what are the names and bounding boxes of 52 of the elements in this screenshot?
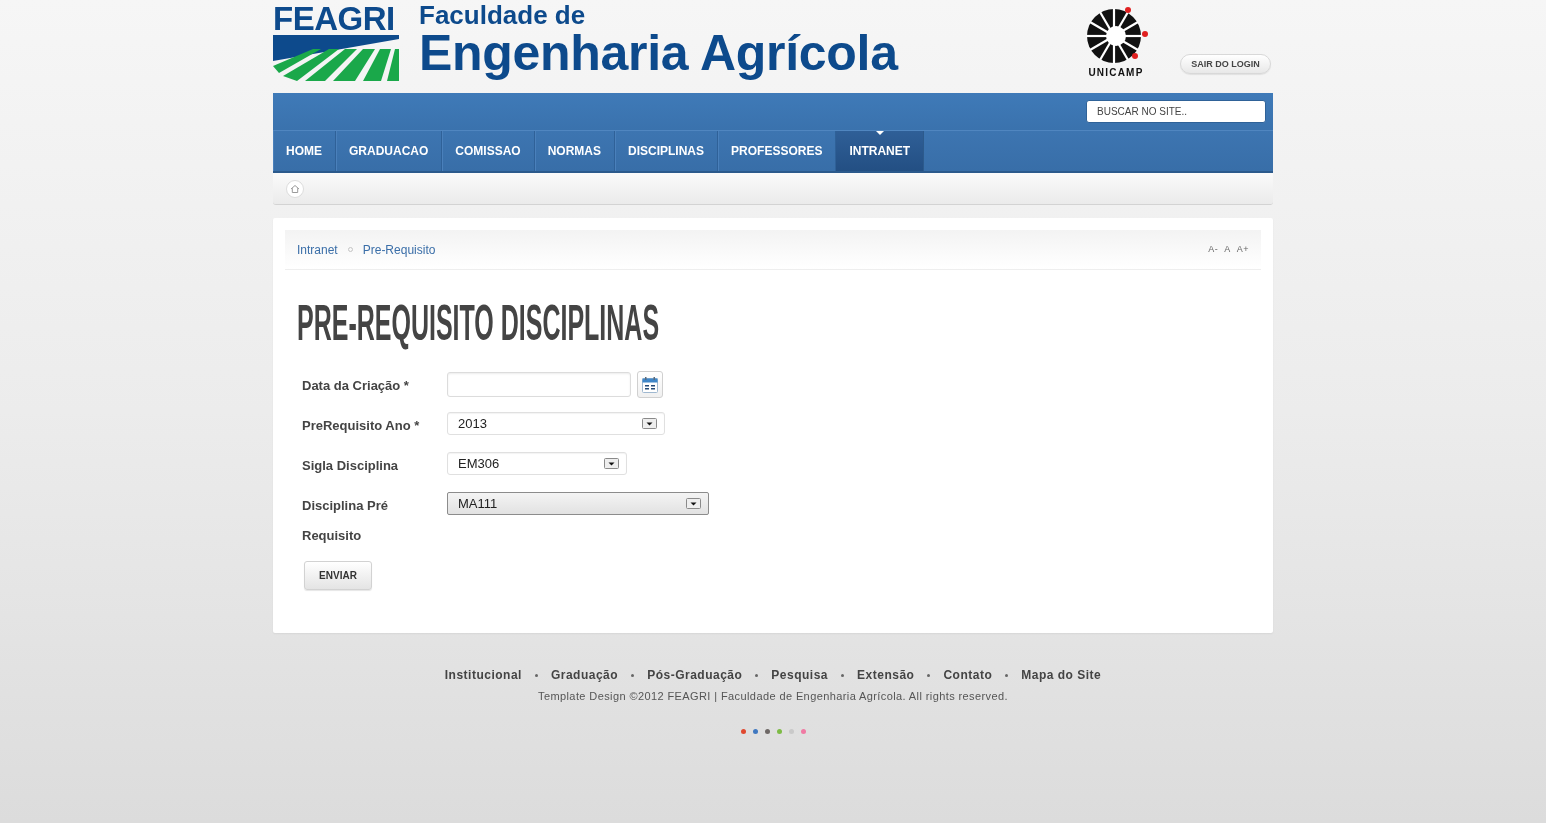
color-swatch-icon[interactable] xyxy=(776,729,782,734)
footer-link[interactable]: Graduação xyxy=(550,669,619,681)
pointer-triangle-icon xyxy=(875,131,884,135)
nav-tab[interactable]: DISCIPLINAS xyxy=(615,131,719,171)
footer-link[interactable]: Contato xyxy=(943,669,993,681)
color-swatch-icon[interactable] xyxy=(800,729,806,734)
separator-dot-icon xyxy=(534,673,538,677)
footer-link[interactable]: Mapa do Site xyxy=(1021,669,1102,681)
logo-wordmark: FEAGRI xyxy=(273,5,396,33)
color-swatch-icon[interactable] xyxy=(764,729,770,734)
dropdown[interactable]: EM306 xyxy=(447,452,627,475)
field-label: Data da Criação * xyxy=(302,377,410,395)
footer-link[interactable]: Pós-Graduação xyxy=(647,669,743,681)
university-emblem-icon xyxy=(1083,6,1149,64)
footer-link[interactable]: Extensão xyxy=(857,669,915,681)
field-label: Sigla Disciplina xyxy=(302,457,400,475)
logout-button[interactable]: SAIR DO LOGIN xyxy=(1180,54,1271,74)
submit-button[interactable]: ENVIAR xyxy=(304,561,372,590)
breadcrumb-link[interactable]: Pre-Requisito xyxy=(362,243,436,256)
calendar-button[interactable] xyxy=(637,371,663,398)
font-size-button[interactable]: A+ xyxy=(1236,245,1249,254)
separator-dot-icon xyxy=(927,673,931,677)
breadcrumb-separator-icon xyxy=(347,247,353,252)
faculty-title: Faculdade de xyxy=(419,2,587,29)
separator-dot-icon xyxy=(631,673,635,677)
calendar-icon xyxy=(642,376,658,393)
university-name: UNICAMP xyxy=(1088,68,1144,78)
color-swatch-icon[interactable] xyxy=(740,729,746,734)
field-label: Disciplina Pré Requisito xyxy=(302,497,389,545)
date-field[interactable] xyxy=(447,372,631,397)
font-size-button[interactable]: A xyxy=(1224,245,1231,254)
separator-dot-icon xyxy=(841,673,845,677)
dropdown[interactable]: 2013 xyxy=(447,412,665,435)
footer-link[interactable]: Pesquisa xyxy=(771,669,829,681)
breadcrumb-link[interactable]: Intranet xyxy=(297,243,338,256)
nav-tab[interactable]: HOME xyxy=(273,131,336,171)
font-size-button[interactable]: A- xyxy=(1208,245,1219,254)
page-title: PRE-REQUISITO DISCIPLINAS xyxy=(297,298,660,348)
stripes-logo-icon xyxy=(273,35,399,81)
nav-tab[interactable]: GRADUACAO xyxy=(336,131,443,171)
home-icon[interactable] xyxy=(286,179,304,198)
field-label: PreRequisito Ano * xyxy=(302,417,421,435)
separator-dot-icon xyxy=(755,673,759,677)
nav-tab[interactable]: COMISSAO xyxy=(442,131,535,171)
separator-dot-icon xyxy=(1005,673,1009,677)
search-field[interactable]: BUSCAR NO SITE.. xyxy=(1086,100,1266,123)
copyright-text: Template Design ©2012 FEAGRI | Faculdade de Engenharia Agrícola. All rights reserved. xyxy=(538,691,1008,702)
dropdown[interactable]: MA111 xyxy=(447,492,709,515)
color-swatch-icon[interactable] xyxy=(752,729,758,734)
footer-link[interactable]: Institucional xyxy=(444,669,522,681)
nav-tab[interactable]: INTRANET xyxy=(836,131,925,171)
nav-tab[interactable]: NORMAS xyxy=(534,131,616,171)
